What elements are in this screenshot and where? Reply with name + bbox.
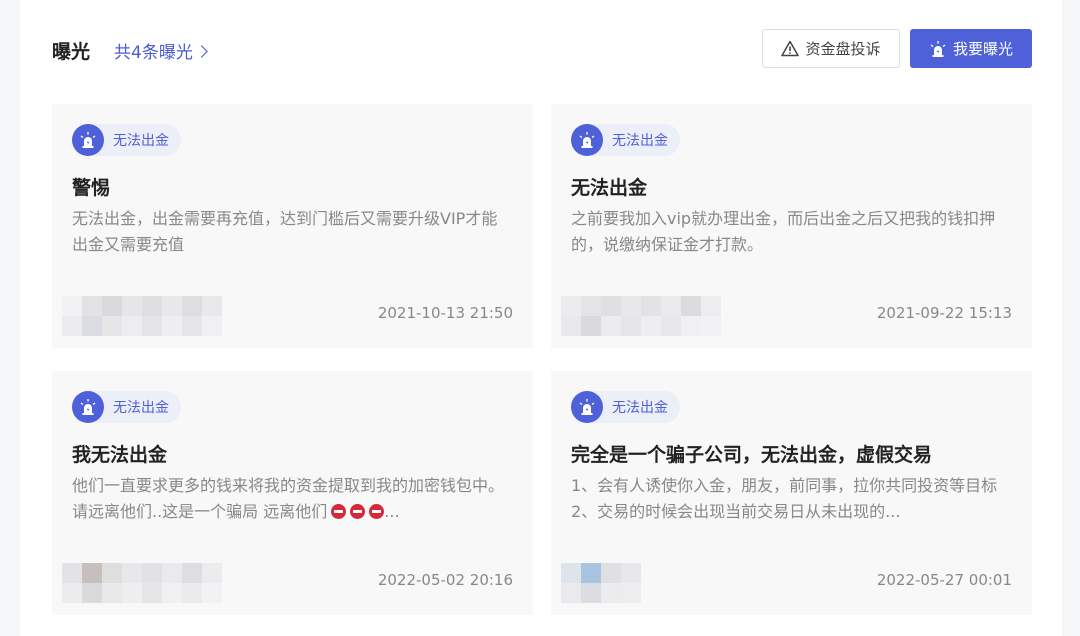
- alarm-siren-icon: [72, 124, 104, 156]
- exposure-count-link[interactable]: 共4条曝光: [114, 38, 208, 63]
- category-tag: 无法出金: [571, 391, 680, 423]
- no-entry-emoji-icon: [331, 504, 347, 519]
- card-description-text: 他们一直要求更多的钱来将我的资金提取到我的加密钱包中。请远离他们..这是一个骗局…: [72, 476, 505, 521]
- exposure-card[interactable]: 无法出金 我无法出金 他们一直要求更多的钱来将我的资金提取到我的加密钱包中。请远…: [52, 371, 533, 615]
- exposure-card[interactable]: 无法出金 警惕 无法出金，出金需要再充值，达到门槛后又需要升级VIP才能出金又需…: [52, 104, 533, 348]
- complaint-button-label: 资金盘投诉: [805, 40, 881, 58]
- alarm-siren-icon: [72, 391, 104, 423]
- card-description: 无法出金，出金需要再充值，达到门槛后又需要升级VIP才能出金又需要充值: [72, 209, 498, 254]
- exposure-panel: 曝光 共4条曝光 资金盘投诉 我要曝光 无法出金 警惕 无法出金，出金需要再充值…: [20, 0, 1062, 636]
- category-tag: 无法出金: [72, 391, 181, 423]
- section-title: 曝光: [52, 41, 91, 63]
- exposure-count-label: 共4条曝光: [114, 43, 193, 63]
- card-title: 警惕: [72, 177, 111, 199]
- alarm-siren-icon: [930, 40, 946, 57]
- card-description: 他们一直要求更多的钱来将我的资金提取到我的加密钱包中。请远离他们..这是一个骗局…: [72, 473, 512, 525]
- card-title: 完全是一个骗子公司，无法出金，虚假交易: [571, 444, 933, 466]
- card-timestamp: 2022-05-02 20:16: [377, 571, 513, 589]
- warning-triangle-icon: [781, 40, 800, 57]
- submit-exposure-button[interactable]: 我要曝光: [910, 29, 1032, 68]
- alarm-siren-icon: [571, 391, 603, 423]
- card-title: 我无法出金: [72, 444, 168, 466]
- blurred-user-info: [561, 563, 647, 603]
- blurred-user-info: [62, 296, 228, 336]
- blurred-user-info: [62, 563, 228, 603]
- no-entry-emoji-icon: [369, 504, 385, 519]
- category-tag-label: 无法出金: [113, 400, 169, 416]
- chevron-right-icon: [194, 44, 208, 58]
- ellipsis: ...: [384, 502, 400, 521]
- category-tag: 无法出金: [72, 124, 181, 156]
- card-timestamp: 2021-10-13 21:50: [377, 304, 513, 322]
- expose-button-label: 我要曝光: [952, 40, 1013, 58]
- category-tag-label: 无法出金: [113, 133, 169, 149]
- alarm-siren-icon: [571, 124, 603, 156]
- exposure-card[interactable]: 无法出金 无法出金 之前要我加入vip就办理出金，而后出金之后又把我的钱扣押的，…: [551, 104, 1032, 348]
- blurred-user-info: [561, 296, 727, 336]
- category-tag: 无法出金: [571, 124, 680, 156]
- exposure-header: 曝光 共4条曝光 资金盘投诉 我要曝光: [52, 28, 1032, 68]
- fund-scheme-complaint-button[interactable]: 资金盘投诉: [762, 29, 900, 68]
- card-timestamp: 2021-09-22 15:13: [876, 304, 1012, 322]
- card-title: 无法出金: [571, 177, 648, 199]
- card-timestamp: 2022-05-27 00:01: [876, 571, 1012, 589]
- card-description: 之前要我加入vip就办理出金，而后出金之后又把我的钱扣押的，说缴纳保证金才打款。: [571, 209, 996, 254]
- category-tag-label: 无法出金: [612, 400, 668, 416]
- exposure-card[interactable]: 无法出金 完全是一个骗子公司，无法出金，虚假交易 1、会有人诱使你入金，朋友，前…: [551, 371, 1032, 615]
- card-description: 1、会有人诱使你入金，朋友，前同事，拉你共同投资等目标2、交易的时候会出现当前交…: [571, 476, 998, 521]
- category-tag-label: 无法出金: [612, 133, 668, 149]
- no-entry-emoji-icon: [350, 504, 366, 519]
